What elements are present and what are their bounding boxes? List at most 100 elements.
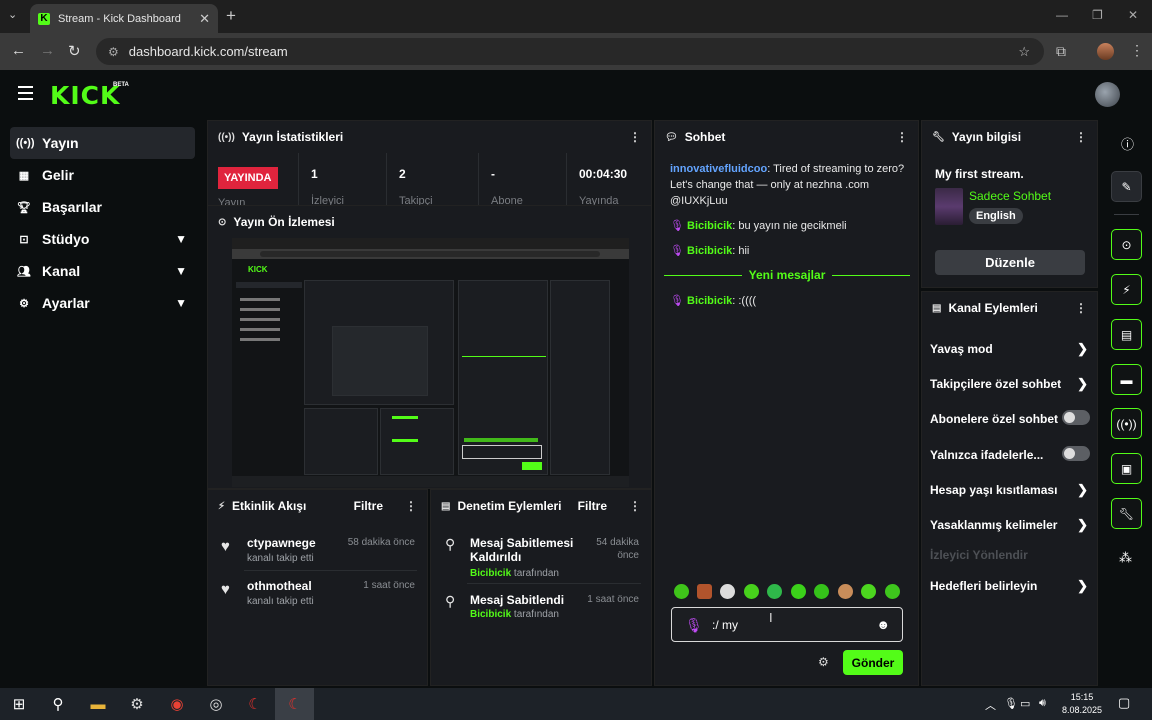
tray-mic-icon[interactable]: 🎙︎ xyxy=(1004,697,1018,710)
profile-avatar[interactable] xyxy=(1097,43,1114,60)
action-subscribers-only: Abonelere özel sohbet xyxy=(930,410,1090,426)
chat-settings-icon[interactable]: ⚙ xyxy=(818,655,829,669)
stat-value: 1 xyxy=(311,167,318,181)
edit-stream-button[interactable]: Düzenle xyxy=(935,250,1085,275)
sidebar-item-studyo[interactable]: ⊡ Stüdyo ▼ xyxy=(10,223,195,255)
chat-username[interactable]: Bicibicik xyxy=(687,245,732,257)
rail-actions-button[interactable]: ▣ xyxy=(1111,453,1142,484)
kebab-menu-icon[interactable]: ⋮ xyxy=(1075,130,1087,144)
action-banned-words[interactable]: Yasaklanmış kelimeler ❯ xyxy=(930,517,1090,532)
forward-icon[interactable]: → xyxy=(40,42,55,59)
moderator-name[interactable]: Bicibicik xyxy=(470,609,511,620)
kebab-menu-icon[interactable]: ⋮ xyxy=(1075,301,1087,315)
windows-taskbar: ⊞ ⚲ ▬ ⚙ ◉ ◎ ☾ ☾ ︿ 🎙︎ ▭ 🔊︎ 15:15 8.08.202… xyxy=(0,688,1152,720)
user-avatar[interactable] xyxy=(1095,82,1120,107)
back-icon[interactable]: ← xyxy=(11,42,26,59)
bookmark-star-icon[interactable]: ☆ xyxy=(1018,44,1030,60)
emote-icon[interactable] xyxy=(744,584,759,599)
send-button[interactable]: Gönder xyxy=(843,650,903,675)
kebab-menu-icon[interactable]: ⋮ xyxy=(629,130,641,144)
subscribers-only-toggle[interactable] xyxy=(1062,410,1090,425)
extensions-icon[interactable]: ⧉ xyxy=(1056,43,1066,60)
kick-logo[interactable]: KICK xyxy=(50,81,120,110)
emote-icon[interactable] xyxy=(814,584,829,599)
kebab-menu-icon[interactable]: ⋮ xyxy=(896,130,908,144)
apps-icon[interactable]: ⁂ xyxy=(1119,550,1132,566)
preview-mini-side-line xyxy=(240,328,280,331)
chat-username[interactable]: Bicibicik xyxy=(687,295,732,307)
action-account-age[interactable]: Hesap yaşı kısıtlaması ❯ xyxy=(930,482,1090,497)
site-info-icon[interactable]: ⚙ xyxy=(108,45,119,59)
reload-icon[interactable]: ↻ xyxy=(68,42,81,60)
rail-preview-button[interactable]: ⊙ xyxy=(1111,229,1142,260)
action-slow-mode[interactable]: Yavaş mod ❯ xyxy=(930,341,1090,356)
emote-icon[interactable] xyxy=(861,584,876,599)
action-followers-only[interactable]: Takipçilere özel sohbet ❯ xyxy=(930,376,1090,391)
notifications-icon[interactable]: ▢ xyxy=(1118,695,1130,711)
action-emotes-only: Yalnızca ifadelerle... xyxy=(930,446,1090,462)
app-icon-active[interactable]: ☾ xyxy=(285,694,305,714)
app-icon[interactable]: ☾ xyxy=(245,694,265,714)
emote-icon[interactable] xyxy=(885,584,900,599)
emote-icon[interactable] xyxy=(674,584,689,599)
browser-menu-icon[interactable]: ⋮ xyxy=(1130,42,1144,59)
restore-icon[interactable]: ❐ xyxy=(1092,8,1103,22)
category-name[interactable]: Sadece Sohbet xyxy=(969,189,1051,203)
close-tab-icon[interactable]: ✕ xyxy=(199,11,210,27)
chat-username[interactable]: innovativefluidcoo xyxy=(670,163,767,175)
browser-tab[interactable]: K Stream - Kick Dashboard ✕ xyxy=(30,4,218,33)
emotes-only-toggle[interactable] xyxy=(1062,446,1090,461)
settings-app-icon[interactable]: ⚙ xyxy=(127,694,147,714)
rail-stream-info-button[interactable]: 🔧︎ xyxy=(1111,498,1142,529)
moderator-name[interactable]: Bicibicik xyxy=(470,568,511,579)
kebab-menu-icon[interactable]: ⋮ xyxy=(405,499,417,513)
action-label: Takipçilere özel sohbet xyxy=(930,377,1062,391)
emote-icon[interactable] xyxy=(697,584,712,599)
divider xyxy=(244,570,417,571)
moderation-filter-button[interactable]: Filtre xyxy=(578,499,607,513)
sidebar-item-basarilar[interactable]: 🏆︎ Başarılar xyxy=(10,191,195,223)
browser-toolbar: ← → ↻ ⚙ dashboard.kick.com/stream ☆ ⧉ ⋮ xyxy=(0,33,1152,70)
sidebar-item-gelir[interactable]: ▦ Gelir xyxy=(10,159,195,191)
rail-moderation-button[interactable]: ▤ xyxy=(1111,319,1142,350)
sidebar-item-yayin[interactable]: ((•)) Yayın xyxy=(10,127,195,159)
emote-icon[interactable] xyxy=(791,584,806,599)
broadcast-icon: ((•)) xyxy=(1116,416,1137,431)
stream-preview-video[interactable]: KICK xyxy=(232,238,629,487)
tab-search-icon[interactable]: ⌄ xyxy=(8,8,17,21)
rail-stats-button[interactable]: ((•)) xyxy=(1111,408,1142,439)
info-icon[interactable]: ⓘ xyxy=(1121,134,1134,153)
tray-expand-icon[interactable]: ︿ xyxy=(985,697,996,713)
file-explorer-icon[interactable]: ▬ xyxy=(88,694,108,714)
volume-icon[interactable]: 🔊︎ xyxy=(1039,697,1046,710)
network-icon[interactable]: ▭ xyxy=(1020,697,1030,710)
chrome-icon[interactable]: ◉ xyxy=(167,694,187,714)
emote-icon[interactable] xyxy=(838,584,853,599)
app-header: KICK BETA xyxy=(0,70,1152,120)
rail-chat-button[interactable]: ▬ xyxy=(1111,364,1142,395)
emoji-picker-icon[interactable]: ☻ xyxy=(876,617,890,632)
windows-start-icon[interactable]: ⊞ xyxy=(9,694,29,714)
rail-activity-button[interactable]: ⚡︎ xyxy=(1111,274,1142,305)
edit-layout-button[interactable]: ✎ xyxy=(1111,171,1142,202)
follower-name[interactable]: ctypawnege xyxy=(247,536,316,550)
emote-icon[interactable] xyxy=(720,584,735,599)
stat-uptime: 00:04:30 Yayında xyxy=(566,153,651,205)
activity-filter-button[interactable]: Filtre xyxy=(354,499,383,513)
close-window-icon[interactable]: ✕ xyxy=(1128,8,1138,22)
chat-username[interactable]: Bicibicik xyxy=(687,220,732,232)
hamburger-menu-icon[interactable] xyxy=(18,86,33,104)
kebab-menu-icon[interactable]: ⋮ xyxy=(629,499,641,513)
sidebar-item-ayarlar[interactable]: ⚙ Ayarlar ▼ xyxy=(10,287,195,319)
follower-name[interactable]: othmotheal xyxy=(247,579,312,593)
new-tab-button[interactable]: + xyxy=(226,6,236,26)
action-set-goals[interactable]: Hedefleri belirleyin ❯ xyxy=(930,578,1090,593)
emote-icon[interactable] xyxy=(767,584,782,599)
chat-input[interactable]: 🎙︎ :/ my ☻ xyxy=(671,607,903,642)
system-clock[interactable]: 15:15 8.08.2025 xyxy=(1058,691,1106,717)
minimize-icon[interactable]: — xyxy=(1056,8,1068,22)
search-icon[interactable]: ⚲ xyxy=(48,694,68,714)
obs-icon[interactable]: ◎ xyxy=(206,694,226,714)
sidebar-item-kanal[interactable]: 👥︎ Kanal ▼ xyxy=(10,255,195,287)
address-bar[interactable]: ⚙ dashboard.kick.com/stream ☆ xyxy=(96,38,1044,65)
